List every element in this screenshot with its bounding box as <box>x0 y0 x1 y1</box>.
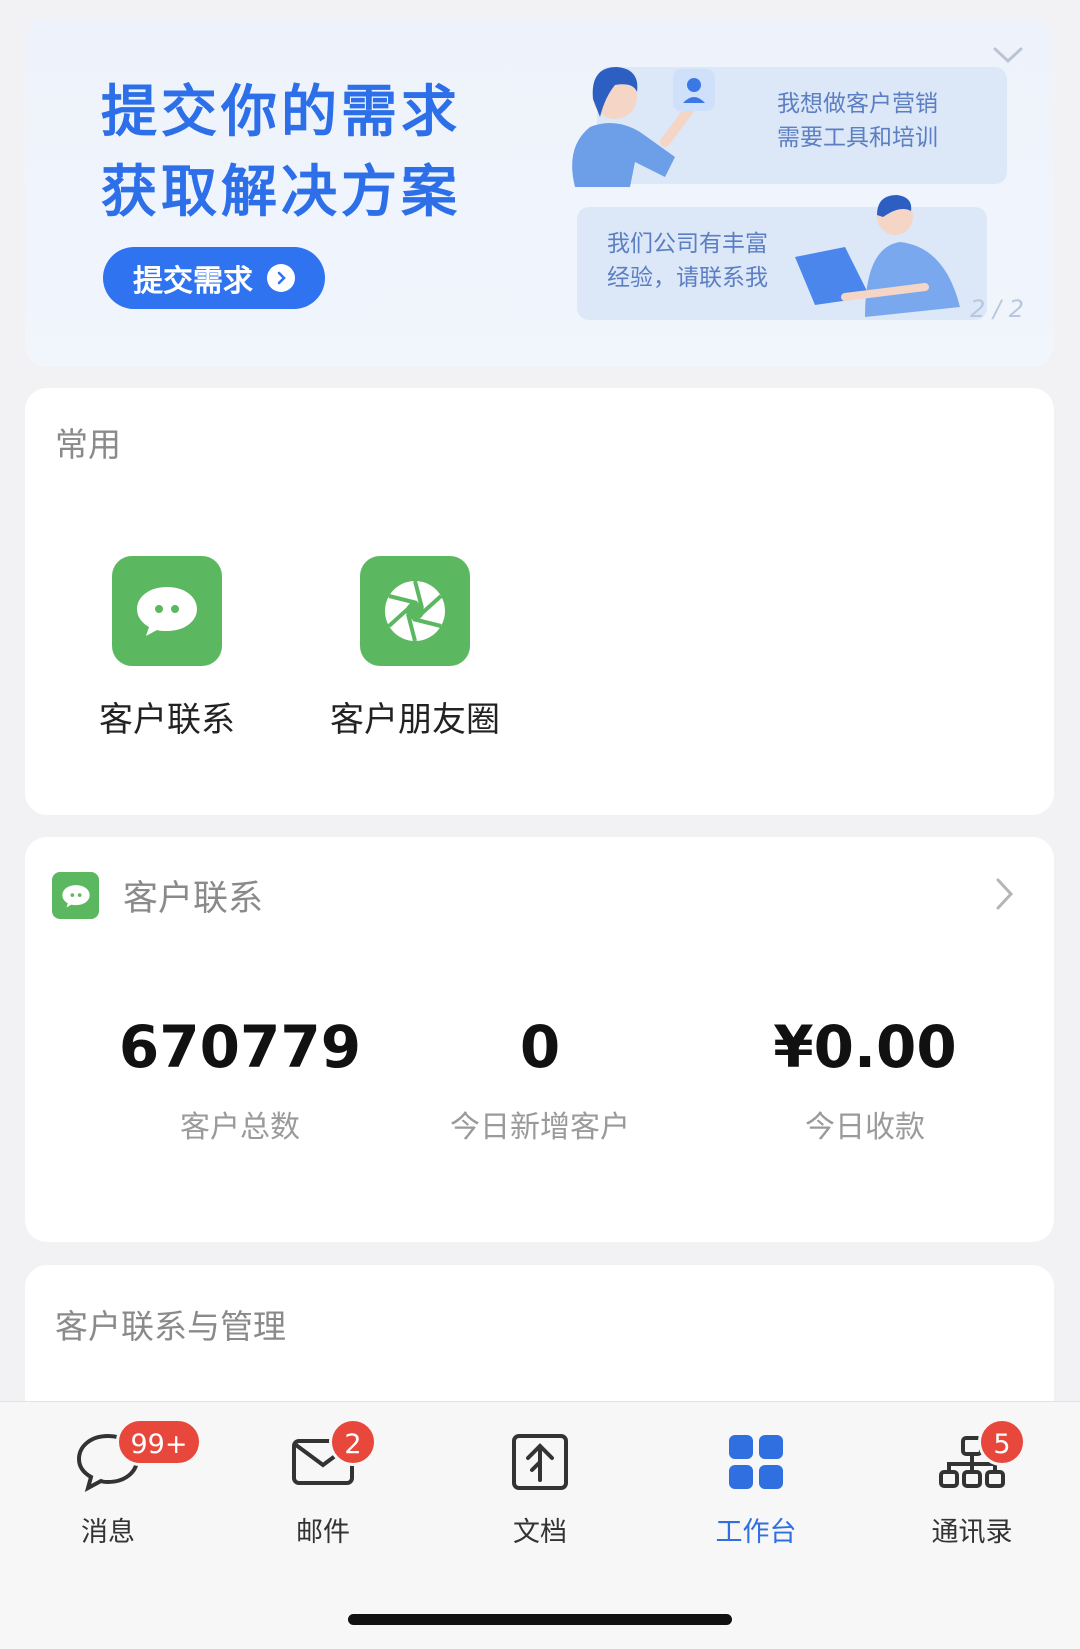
submit-request-label: 提交需求 <box>133 264 253 299</box>
bubble1-line1: 我想做客户营销 <box>777 91 938 117</box>
message-icon: 99+ <box>38 1418 202 1494</box>
customer-stats-header: 客户联系 <box>52 870 263 921</box>
tab-workbench[interactable]: 工作台 <box>686 1430 826 1549</box>
bubble1-line2: 需要工具和培训 <box>777 125 938 151</box>
banner-title: 提交你的需求 获取解决方案 <box>101 73 461 233</box>
tab-documents-label: 文档 <box>513 1517 567 1548</box>
common-apps-card: 常用 客户联系 客户朋友圈 <box>25 388 1054 815</box>
stat-payments-today[interactable]: ¥0.00 今日收款 <box>715 1012 1015 1146</box>
tab-mail[interactable]: 2 邮件 <box>253 1418 393 1549</box>
chat-bubble-icon <box>52 872 99 919</box>
stat-total-customers-label: 客户总数 <box>180 1110 300 1145</box>
stat-new-customers-today[interactable]: 0 今日新增客户 <box>390 1012 690 1146</box>
tab-messages[interactable]: 99+ 消息 <box>38 1418 202 1549</box>
stat-total-customers-value: 670779 <box>118 1013 362 1081</box>
bottom-tab-bar: 99+ 消息 2 邮件 文档 工作台 5 通讯录 <box>0 1401 1080 1649</box>
tab-messages-label: 消息 <box>81 1517 135 1548</box>
collapse-chevron-icon[interactable] <box>992 45 1024 69</box>
banner-title-line1: 提交你的需求 <box>101 80 461 145</box>
submit-request-button[interactable]: 提交需求 <box>103 247 325 309</box>
stat-new-customers-today-label: 今日新增客户 <box>450 1110 630 1145</box>
workbench-grid-icon <box>686 1430 826 1494</box>
stat-payments-today-value: ¥0.00 <box>773 1013 957 1081</box>
chevron-right-icon[interactable] <box>994 877 1014 915</box>
app-customer-contact-label: 客户联系 <box>99 700 235 740</box>
customer-stats-title: 客户联系 <box>123 879 264 919</box>
promo-banner[interactable]: 提交你的需求 获取解决方案 提交需求 我想做客户营销 需要工具和培训 我们公司有… <box>25 17 1054 367</box>
common-section-title: 常用 <box>55 425 121 464</box>
document-icon <box>470 1430 610 1494</box>
woman-illustration <box>572 67 715 187</box>
home-indicator <box>348 1614 732 1625</box>
contacts-org-icon: 5 <box>902 1418 1042 1494</box>
customer-management-title: 客户联系与管理 <box>55 1307 286 1346</box>
mail-badge: 2 <box>329 1418 377 1466</box>
app-customer-moments[interactable]: 客户朋友圈 <box>305 556 525 741</box>
tab-documents[interactable]: 文档 <box>470 1430 610 1549</box>
stat-payments-today-label: 今日收款 <box>805 1110 925 1145</box>
mail-icon: 2 <box>253 1418 393 1494</box>
app-customer-moments-label: 客户朋友圈 <box>330 700 500 740</box>
chevron-right-icon <box>267 264 295 292</box>
tab-mail-label: 邮件 <box>296 1517 350 1548</box>
aperture-icon <box>360 556 470 666</box>
banner-pager: 2 / 2 <box>970 295 1024 323</box>
tab-contacts-label: 通讯录 <box>931 1517 1013 1548</box>
app-customer-contact[interactable]: 客户联系 <box>77 556 257 741</box>
contacts-badge: 5 <box>978 1418 1026 1466</box>
customer-stats-card[interactable]: 客户联系 670779 客户总数 0 今日新增客户 ¥0.00 今日收款 <box>25 837 1054 1242</box>
stat-total-customers[interactable]: 670779 客户总数 <box>90 1012 390 1146</box>
tab-contacts[interactable]: 5 通讯录 <box>902 1418 1042 1549</box>
banner-title-line2: 获取解决方案 <box>101 160 461 225</box>
tab-workbench-label: 工作台 <box>715 1517 797 1548</box>
messages-badge: 99+ <box>116 1418 202 1466</box>
stat-new-customers-today-value: 0 <box>519 1013 561 1081</box>
chat-bubble-icon <box>112 556 222 666</box>
